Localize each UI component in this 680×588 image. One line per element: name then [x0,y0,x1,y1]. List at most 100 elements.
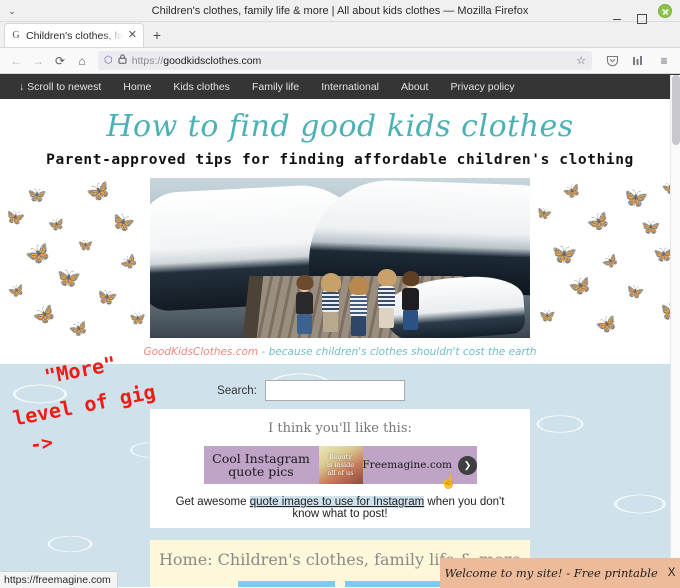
library-icon[interactable] [628,51,648,71]
address-bar-text: https://goodkidsclothes.com [132,55,571,67]
home-icon[interactable]: ⌂ [72,51,92,71]
butterfly-icon: 🦋 [107,207,137,237]
sidebar-item-scroll-to-newest[interactable]: ↓ Scroll to newest [8,81,112,93]
scrollbar-thumb[interactable] [672,75,680,145]
tab-close-icon[interactable]: ✕ [127,30,138,41]
window-menu-arrow-icon[interactable]: ⌄ [0,0,24,22]
butterfly-icon: 🦋 [25,184,48,206]
butterfly-icon: 🦋 [22,240,54,270]
butterfly-icon: 🦋 [639,216,662,238]
nav-item-privacy-policy[interactable]: Privacy policy [439,81,525,93]
ad-thumb-line2: is inside [326,460,355,469]
ad-headline-line1: Cool Instagram [212,450,310,466]
page-viewport: ↓ Scroll to newest Home Kids clothes Fam… [0,74,680,587]
butterfly-icon: 🦋 [52,265,82,293]
content-card: I think you'll like this: Cool Instagram… [150,409,530,528]
child-figure [296,275,313,334]
mouse-pointer-hand-icon: ☝ [440,473,457,489]
promo-heading: I think you'll like this: [268,421,412,436]
butterfly-icon: 🦋 [599,250,621,272]
child-figure [402,271,419,330]
tab-strip: G Children's clothes, family ✕ + [0,22,680,48]
ad-cta[interactable]: Freemagine.com ❯ ☝ [362,455,478,488]
site-navigation: ↓ Scroll to newest Home Kids clothes Fam… [0,74,680,99]
butterfly-icon: 🦋 [117,250,141,274]
butterfly-icon: 🦋 [593,311,620,337]
title-bar: ⌄ Children's clothes, family life & more… [0,0,680,24]
page-title: How to find good kids clothes [106,109,574,144]
tab-title: Children's clothes, family [26,29,123,42]
welcome-toast-close-icon[interactable]: X [668,567,676,579]
search-label: Search: [217,384,257,397]
header-banner-image: 🦋 🦋 🦋 🦋 🦋 🦋 🦋 🦋 🦋 🦋 🦋 🦋 🦋 🦋 🦋 🦋 🦋 🦋 🦋 🦋 … [0,178,680,338]
search-input[interactable] [264,380,405,401]
tagline-text: - because children's clothes shouldn't c… [258,346,537,358]
tab-favicon-icon: G [12,30,20,41]
ad-headline: Cool Instagram quote pics [204,450,319,479]
butterfly-pattern-left: 🦋 🦋 🦋 🦋 🦋 🦋 🦋 🦋 🦋 🦋 🦋 🦋 🦋 🦋 [0,178,150,338]
butterfly-icon: 🦋 [566,273,594,299]
butterfly-icon: 🦋 [584,208,613,236]
back-icon[interactable]: ← [6,51,26,71]
url-prefix: https:// [131,54,164,67]
welcome-toast-message: Welcome to my site! - Free printable [444,566,658,580]
welcome-toast[interactable]: Welcome to my site! - Free printable X [440,558,680,588]
toolbar-right-icons: ≡ [598,51,674,71]
child-figure [377,269,396,328]
butterfly-icon: 🦋 [533,203,554,223]
window-controls [610,3,680,24]
lock-icon [118,54,127,67]
page-subtitle: Parent-approved tips for finding afforda… [46,152,634,168]
browser-tab[interactable]: G Children's clothes, family ✕ [4,23,144,47]
butterfly-icon: 🦋 [548,241,579,270]
site-header: How to find good kids clothes Parent-app… [0,99,680,364]
butterfly-icon: 🦋 [620,184,650,213]
ad-thumb-line3: all of us [327,469,354,478]
new-tab-button[interactable]: + [144,23,170,47]
hamburger-menu-icon[interactable]: ≡ [654,51,674,71]
ad-domain-label: Freemagine.com [362,459,453,471]
vertical-scrollbar[interactable] [670,75,680,588]
butterfly-icon: 🦋 [623,279,646,302]
status-bar-link-preview: https://freemagine.com [0,571,118,588]
shield-icon[interactable]: ⬡ [104,55,113,66]
butterfly-icon: 🦋 [76,236,95,253]
butterfly-icon: 🦋 [93,285,119,310]
post-button-right[interactable] [345,581,442,587]
butterfly-icon: 🦋 [6,281,26,300]
child-figure [348,277,369,336]
child-figure [320,273,341,332]
url-domain: goodkidsclothes.com [163,54,262,67]
butterfly-pattern-right: 🦋 🦋 🦋 🦋 🦋 🦋 🦋 🦋 🦋 🦋 🦋 🦋 🦋 🦋 [530,178,680,338]
nav-item-about[interactable]: About [390,81,439,93]
ad-thumbnail-image: Beauty is inside all of us [318,446,363,484]
nav-item-kids-clothes[interactable]: Kids clothes [162,81,241,93]
bookmark-star-icon[interactable]: ☆ [576,54,586,67]
promo-caption-before: Get awesome [175,496,250,508]
butterfly-icon: 🦋 [29,301,59,329]
butterfly-icon: 🦋 [561,181,583,202]
nav-item-international[interactable]: International [310,81,390,93]
annotation-arrow: -> [28,431,55,457]
window-title: Children's clothes, family life & more |… [151,4,529,17]
butterfly-icon: 🦋 [47,216,65,233]
butterfly-icon: 🦋 [537,306,557,325]
close-button[interactable] [658,3,672,18]
ad-go-arrow-icon[interactable]: ❯ [458,455,478,475]
navigation-toolbar: ← → ⟳ ⌂ ⬡ https://goodkidsclothes.com ☆ [0,48,680,74]
forward-icon[interactable]: → [28,51,48,71]
pocket-icon[interactable] [602,51,622,71]
browser-window: ⌄ Children's clothes, family life & more… [0,0,680,588]
children-running-on-dock-photo [150,178,530,338]
reload-icon[interactable]: ⟳ [50,51,70,71]
promo-caption-link[interactable]: quote images to use for Instagram [249,496,425,508]
tagline-brand: GoodKidsClothes.com [143,346,259,358]
address-bar[interactable]: ⬡ https://goodkidsclothes.com ☆ [98,51,592,70]
butterfly-icon: 🦋 [84,178,114,206]
post-button-left[interactable] [238,581,335,587]
nav-item-home[interactable]: Home [112,81,162,93]
butterfly-icon: 🦋 [1,205,26,230]
nav-item-family-life[interactable]: Family life [241,81,310,93]
freemagine-ad-banner[interactable]: Cool Instagram quote pics Beauty is insi… [203,446,478,488]
ad-headline-line2: quote pics [228,464,294,479]
